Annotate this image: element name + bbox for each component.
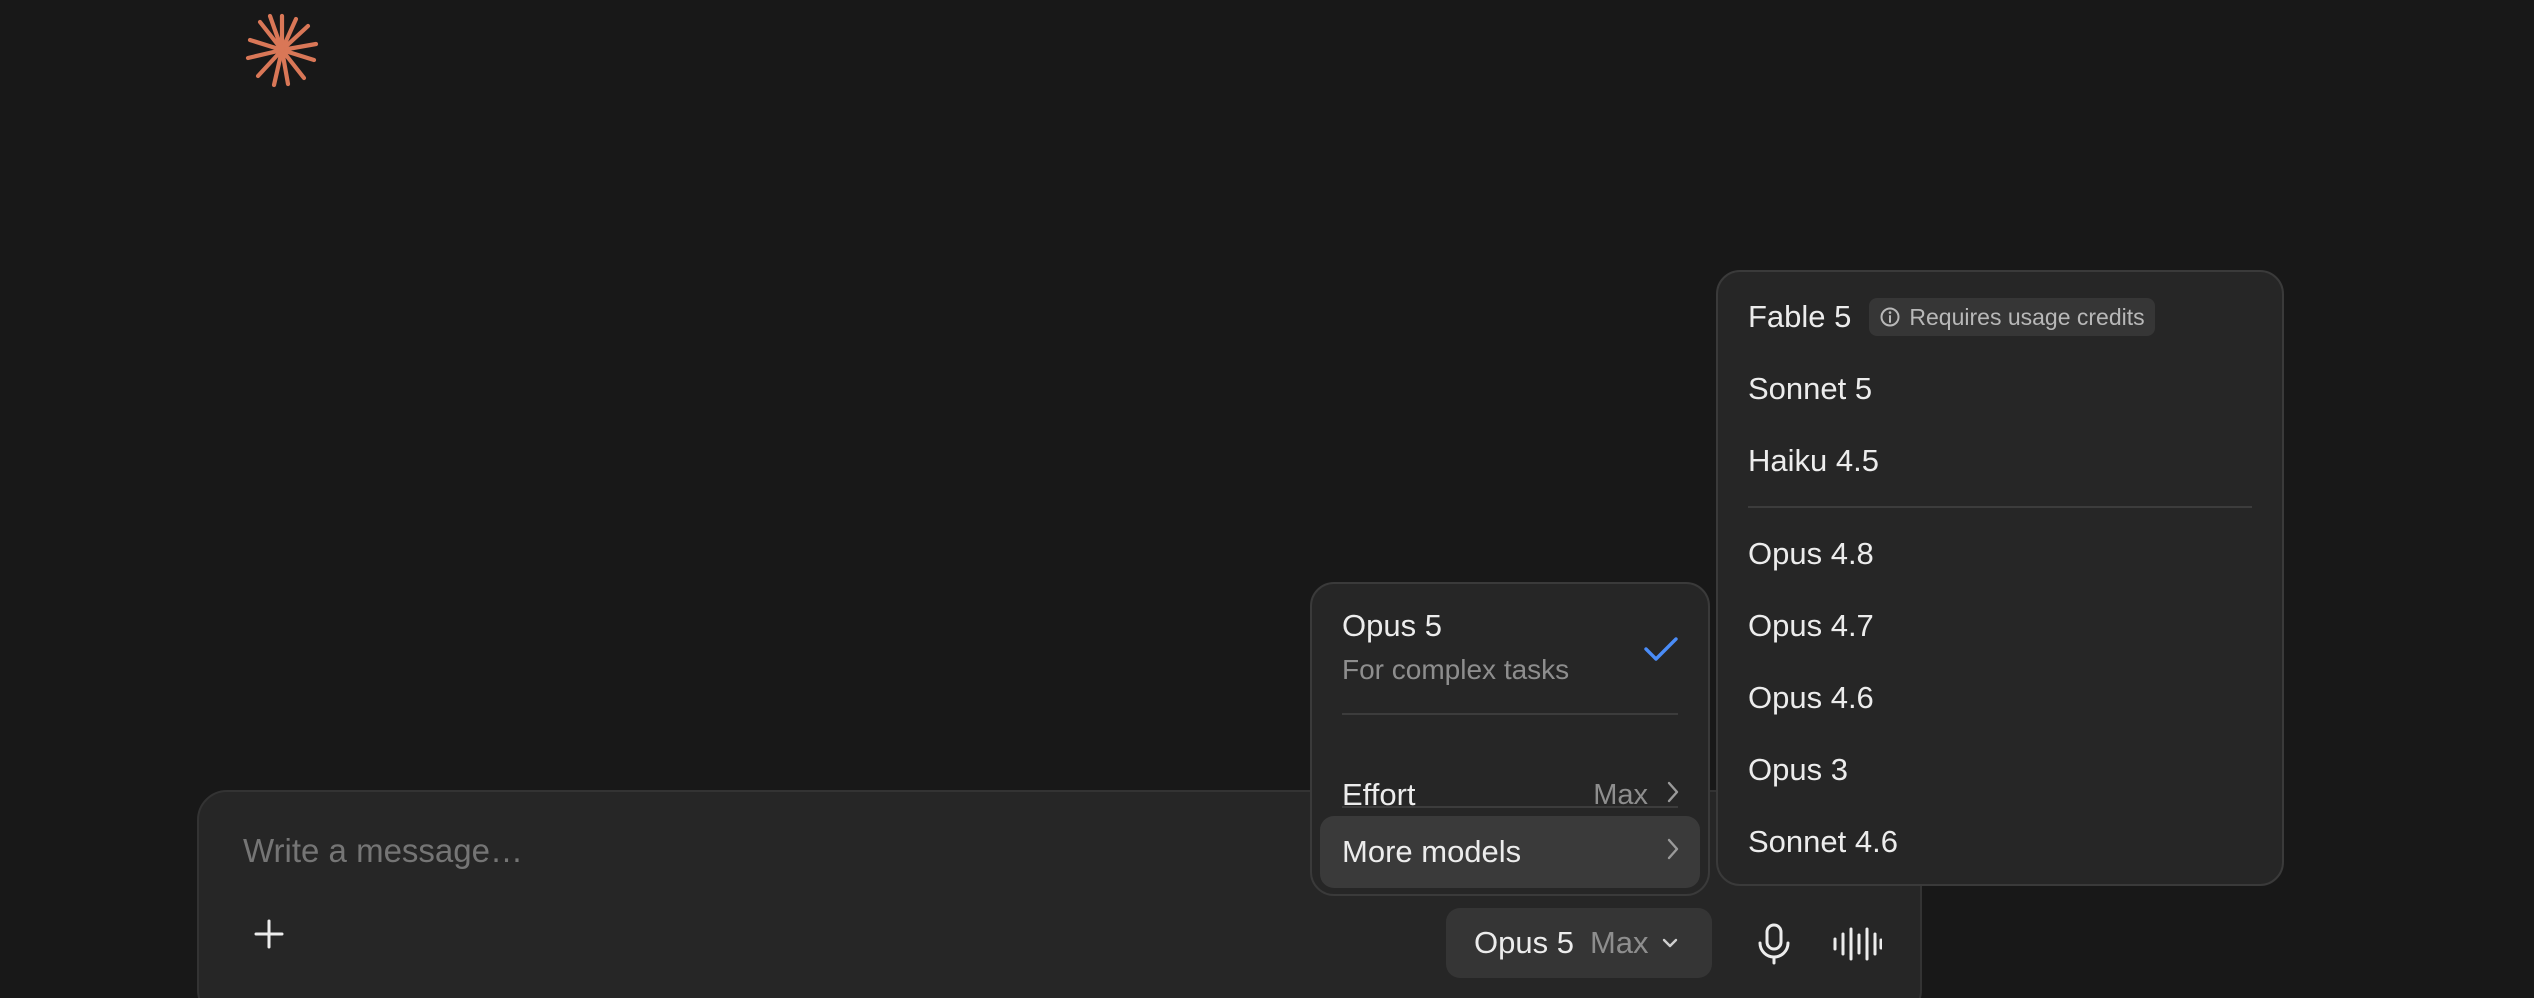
chevron-right-icon — [1664, 834, 1682, 870]
sparkle-logo-icon — [244, 12, 320, 88]
message-input[interactable] — [243, 832, 1243, 870]
model-selector-effort: Max — [1589, 925, 1649, 960]
menu-divider — [1748, 506, 2252, 508]
model-option-title: Opus 5 — [1342, 608, 1442, 643]
menu-divider — [1342, 806, 1678, 808]
add-attachment-button[interactable] — [245, 910, 293, 958]
microphone-icon — [1758, 923, 1790, 965]
model-option-opus-3[interactable]: Opus 3 — [1748, 745, 1848, 795]
microphone-button[interactable] — [1744, 914, 1804, 974]
model-option-fable-5[interactable]: Fable 5 Requires usage credits — [1748, 292, 2155, 342]
model-option-label: Opus 4.8 — [1748, 536, 1874, 571]
model-option-subtitle: For complex tasks — [1342, 654, 1570, 685]
more-models-label: More models — [1342, 834, 1522, 869]
voice-mode-button[interactable] — [1827, 914, 1887, 974]
checkmark-icon — [1642, 634, 1680, 669]
model-option-label: Sonnet 5 — [1748, 371, 1873, 406]
model-menu: Opus 5 For complex tasks Effort Max More… — [1310, 582, 1710, 896]
model-option-label: Opus 3 — [1748, 752, 1848, 787]
app-window: Opus 5 Max — [0, 0, 2534, 998]
model-option-haiku-4-5[interactable]: Haiku 4.5 — [1748, 436, 1879, 486]
model-selector-name: Opus 5 — [1474, 925, 1574, 960]
model-option-label: Opus 4.6 — [1748, 680, 1874, 715]
info-icon — [1880, 307, 1900, 327]
model-option-label: Fable 5 — [1748, 299, 1852, 334]
audio-waveform-icon — [1833, 927, 1882, 961]
model-option-selected[interactable]: Opus 5 For complex tasks — [1342, 608, 1684, 688]
model-option-opus-4-8[interactable]: Opus 4.8 — [1748, 529, 1874, 579]
model-option-label: Opus 4.7 — [1748, 608, 1874, 643]
usage-credits-badge: Requires usage credits — [1869, 298, 2155, 336]
model-option-opus-4-6[interactable]: Opus 4.6 — [1748, 673, 1874, 723]
menu-divider — [1342, 713, 1678, 715]
chevron-down-icon — [1659, 932, 1681, 954]
model-option-sonnet-4-6[interactable]: Sonnet 4.6 — [1748, 817, 1898, 867]
model-selector-button[interactable]: Opus 5 Max — [1446, 908, 1712, 978]
model-option-label: Haiku 4.5 — [1748, 443, 1879, 478]
more-models-menu: Fable 5 Requires usage credits Sonnet 5 … — [1716, 270, 2284, 886]
plus-icon — [254, 919, 284, 949]
badge-text: Requires usage credits — [1909, 303, 2145, 330]
model-option-opus-4-7[interactable]: Opus 4.7 — [1748, 601, 1874, 651]
more-models-menu-item[interactable]: More models — [1320, 816, 1700, 888]
model-option-sonnet-5[interactable]: Sonnet 5 — [1748, 364, 1872, 414]
model-option-label: Sonnet 4.6 — [1748, 824, 1898, 859]
